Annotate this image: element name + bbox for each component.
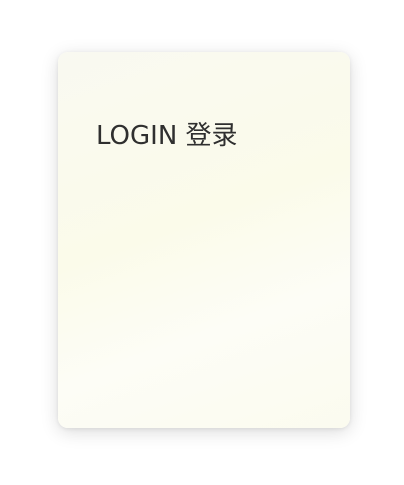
login-card: LOGIN 登录	[58, 52, 350, 428]
login-title: LOGIN 登录	[96, 121, 238, 151]
